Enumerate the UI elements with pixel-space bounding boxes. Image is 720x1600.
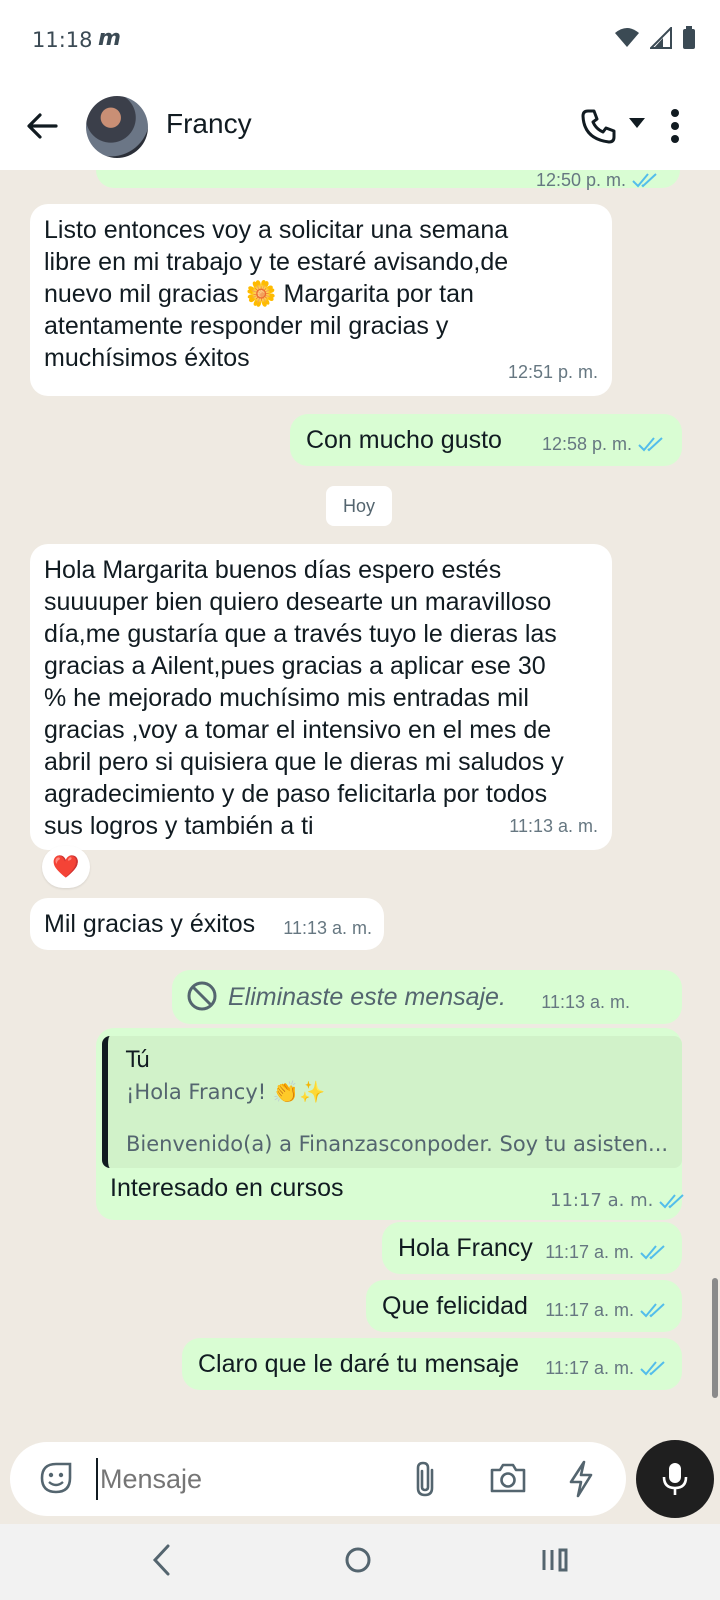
message-bubble-outgoing[interactable]: Claro que le daré tu mensaje 11:17 a. m. <box>182 1338 682 1390</box>
read-ticks-icon <box>640 1303 665 1318</box>
signal-icon <box>650 27 672 49</box>
chat-header: Francy <box>0 84 720 170</box>
quote-text-line: Bienvenido(a) a Finanzasconpoder. Soy tu… <box>126 1132 669 1156</box>
message-meta: 11:13 a. m. <box>283 912 372 944</box>
nav-recents-icon[interactable] <box>540 1542 570 1578</box>
input-pill <box>10 1442 626 1516</box>
read-ticks-icon <box>640 1361 665 1376</box>
sticker-icon[interactable] <box>38 1460 74 1496</box>
message-bubble-incoming[interactable]: Mil gracias y éxitos 11:13 a. m. <box>30 898 384 950</box>
message-text-line: agradecimiento y de paso felicitarla por… <box>44 780 548 808</box>
system-nav-bar <box>0 1524 720 1600</box>
more-options-icon[interactable] <box>670 106 680 146</box>
phone-icon[interactable] <box>578 106 618 146</box>
message-time: 11:17 a. m. <box>545 1358 634 1378</box>
message-meta: 11:17 a. m. <box>545 1294 666 1326</box>
chevron-down-icon[interactable] <box>628 116 646 130</box>
message-text-line: Hola Margarita buenos días espero estés <box>44 556 502 584</box>
status-bar: 11:18 m <box>0 0 720 84</box>
message-bubble-outgoing[interactable]: Hola Francy 11:17 a. m. <box>382 1222 682 1274</box>
message-text-line: Listo entonces voy a solicitar una seman… <box>44 216 509 244</box>
scrollbar[interactable] <box>712 1278 718 1398</box>
message-text-line: gracias ,voy a tomar el intensivo en el … <box>44 716 552 744</box>
message-text-line: libre en mi trabajo y te estaré avisando… <box>44 248 509 276</box>
message-text-line: gracias a Ailent,pues gracias a aplicar … <box>44 652 546 680</box>
message-bubble-outgoing[interactable]: Con mucho gusto 12:58 p. m. <box>290 414 682 466</box>
message-text-line: atentamente responder mil gracias y <box>44 312 449 340</box>
avatar[interactable] <box>86 96 148 158</box>
message-time: 12:58 p. m. <box>541 434 632 454</box>
message-meta: 11:13 a. m. <box>509 810 598 842</box>
message-bubble-partial[interactable]: 12:50 p. m. <box>96 170 680 190</box>
app-notification-icon: m <box>98 26 121 51</box>
message-meta: 11:17 a. m. <box>545 1352 666 1384</box>
message-text: Interesado en cursos <box>110 1174 344 1202</box>
message-meta: 12:58 p. m. <box>542 428 664 460</box>
message-time: 11:13 a. m. <box>541 992 630 1012</box>
message-bubble-incoming[interactable]: Listo entonces voy a solicitar una seman… <box>30 204 612 396</box>
status-icons <box>614 26 696 50</box>
message-meta: 12:51 p. m. <box>508 356 598 388</box>
message-text-line: % he mejorado muchísimo mis entradas mil <box>44 684 529 712</box>
chat-area[interactable]: 12:50 p. m. Listo entonces voy a solicit… <box>0 170 720 1432</box>
message-time: 11:13 a. m. <box>283 918 372 938</box>
nav-home-icon[interactable] <box>340 1542 376 1578</box>
quote-text-line: ¡Hola Francy! 👏✨ <box>126 1080 326 1104</box>
message-time: 12:51 p. m. <box>507 362 598 382</box>
read-ticks-icon <box>632 173 657 188</box>
read-ticks-icon <box>659 1193 685 1208</box>
mic-icon <box>662 1463 688 1495</box>
quote-author: Tú <box>126 1048 151 1073</box>
message-text-line: abril pero si quisiera que le dieras mi … <box>44 748 564 776</box>
message-bubble-incoming[interactable]: Hola Margarita buenos días espero estés … <box>30 544 612 850</box>
camera-icon[interactable] <box>488 1460 528 1496</box>
message-bubble-deleted[interactable]: Eliminaste este mensaje. 11:13 a. m. <box>172 970 682 1024</box>
deleted-message-icon <box>187 981 217 1011</box>
message-text-line: nuevo mil gracias 🌼 Margarita por tan <box>44 280 474 308</box>
message-composer <box>0 1432 720 1524</box>
read-ticks-icon <box>640 1245 665 1260</box>
message-time: 11:17 a. m. <box>550 1190 654 1211</box>
message-meta: 11:13 a. m. <box>541 986 630 1018</box>
back-arrow-icon[interactable] <box>22 106 62 146</box>
quick-reply-icon[interactable] <box>566 1460 596 1498</box>
message-time: 11:13 a. m. <box>509 816 598 836</box>
message-meta: 11:17 a. m. <box>545 1236 666 1268</box>
mic-button[interactable] <box>636 1440 714 1518</box>
quoted-message[interactable]: Tú ¡Hola Francy! 👏✨ Bienvenido(a) a Fina… <box>102 1036 682 1168</box>
message-input[interactable] <box>96 1458 396 1500</box>
message-meta: 11:17 a. m. <box>550 1190 685 1211</box>
status-time: 11:18 <box>32 28 93 52</box>
nav-back-icon[interactable] <box>150 1542 172 1578</box>
message-text-line: suuuuper bien quiero desearte un maravil… <box>44 588 552 616</box>
message-bubble-outgoing[interactable]: Que felicidad 11:17 a. m. <box>366 1280 682 1332</box>
read-ticks-icon <box>638 437 663 452</box>
message-text-line: día,me gustaría que a través tuyo le die… <box>44 620 557 648</box>
contact-name[interactable]: Francy <box>166 108 252 140</box>
message-time: 11:17 a. m. <box>545 1300 634 1320</box>
message-time: 12:50 p. m. <box>535 170 626 190</box>
date-chip: Hoy <box>326 486 392 526</box>
battery-icon <box>683 26 695 49</box>
reaction-badge[interactable]: ❤️ <box>42 846 90 888</box>
attach-icon[interactable] <box>408 1460 444 1498</box>
wifi-icon <box>615 28 639 47</box>
heart-reaction-icon: ❤️ <box>52 854 80 880</box>
message-meta: 12:50 p. m. <box>536 170 658 196</box>
message-time: 11:17 a. m. <box>545 1242 634 1262</box>
